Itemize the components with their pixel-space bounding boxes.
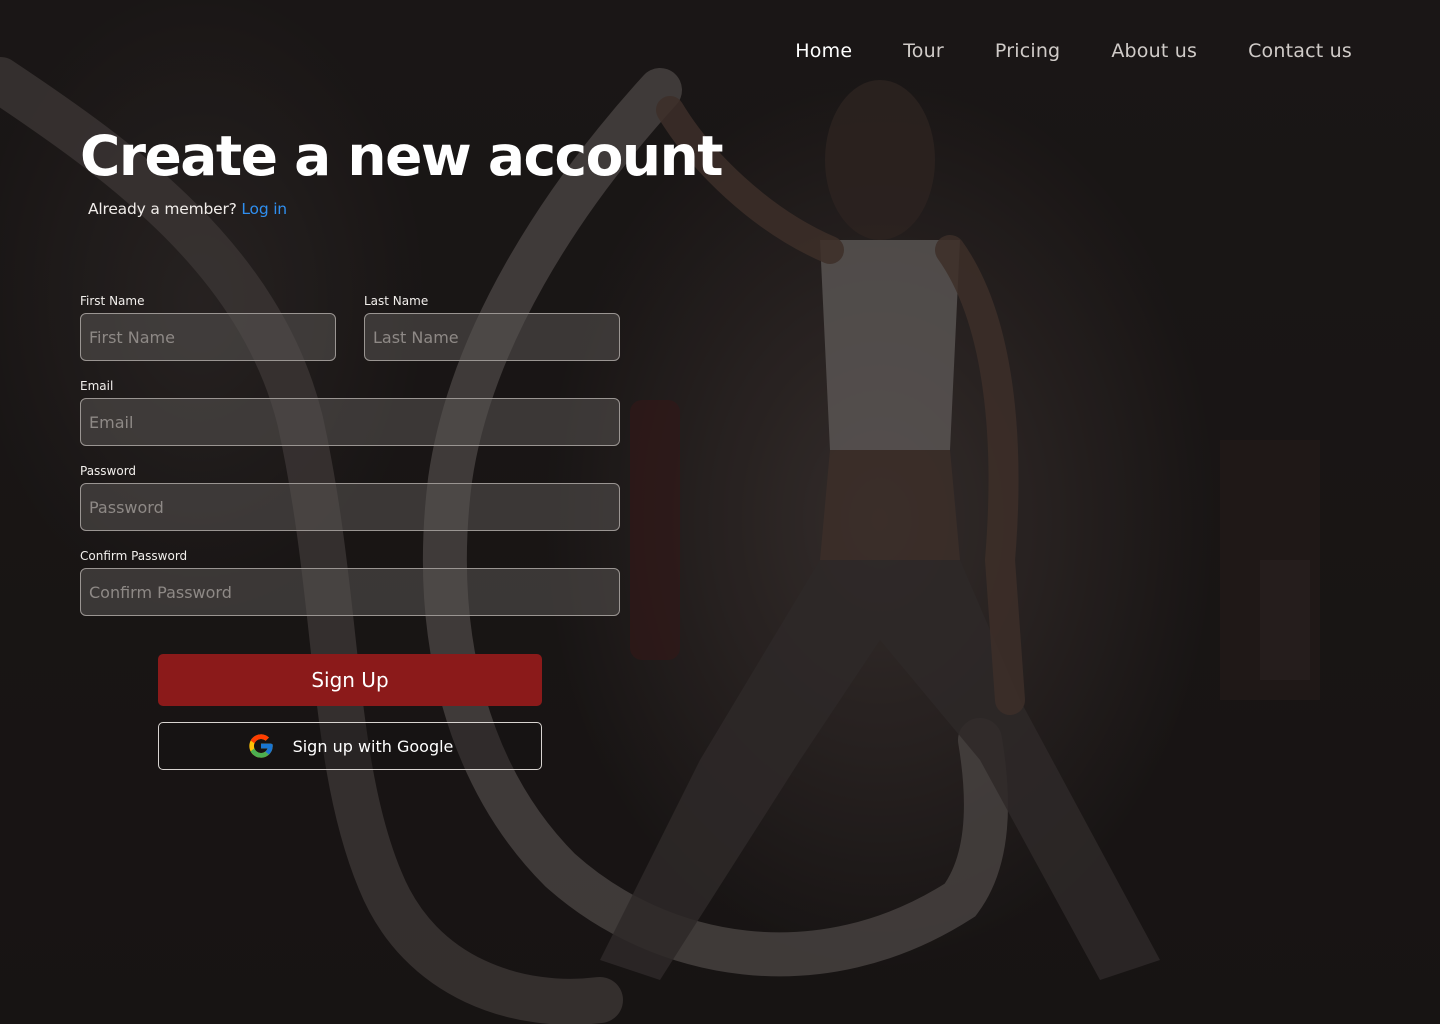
nav-tour[interactable]: Tour — [903, 40, 944, 62]
member-prompt: Already a member? Log in — [88, 200, 287, 218]
google-signup-label: Sign up with Google — [292, 736, 454, 756]
first-name-label: First Name — [80, 294, 145, 308]
google-signup-button[interactable]: Sign up with Google — [158, 722, 542, 770]
confirm-password-input[interactable] — [80, 568, 620, 616]
confirm-password-group: Confirm Password — [80, 549, 620, 616]
last-name-input[interactable] — [364, 313, 620, 361]
first-name-input[interactable] — [80, 313, 336, 361]
last-name-group: Last Name — [364, 294, 620, 361]
email-input[interactable] — [80, 398, 620, 446]
first-name-group: First Name — [80, 294, 336, 361]
sign-up-button[interactable]: Sign Up — [158, 654, 542, 706]
confirm-password-label: Confirm Password — [80, 549, 188, 563]
email-group: Email — [80, 379, 620, 446]
last-name-label: Last Name — [364, 294, 429, 308]
password-input[interactable] — [80, 483, 620, 531]
login-link[interactable]: Log in — [241, 200, 287, 218]
google-logo-icon — [247, 732, 275, 760]
page-title: Create a new account — [80, 124, 724, 188]
nav-about-us[interactable]: About us — [1111, 40, 1197, 62]
nav-pricing[interactable]: Pricing — [995, 40, 1060, 62]
password-group: Password — [80, 464, 620, 531]
nav-home[interactable]: Home — [795, 40, 852, 62]
email-label: Email — [80, 379, 114, 393]
member-text: Already a member? — [88, 200, 237, 218]
top-navigation: Home Tour Pricing About us Contact us — [795, 40, 1352, 62]
password-label: Password — [80, 464, 137, 478]
nav-contact-us[interactable]: Contact us — [1248, 40, 1352, 62]
